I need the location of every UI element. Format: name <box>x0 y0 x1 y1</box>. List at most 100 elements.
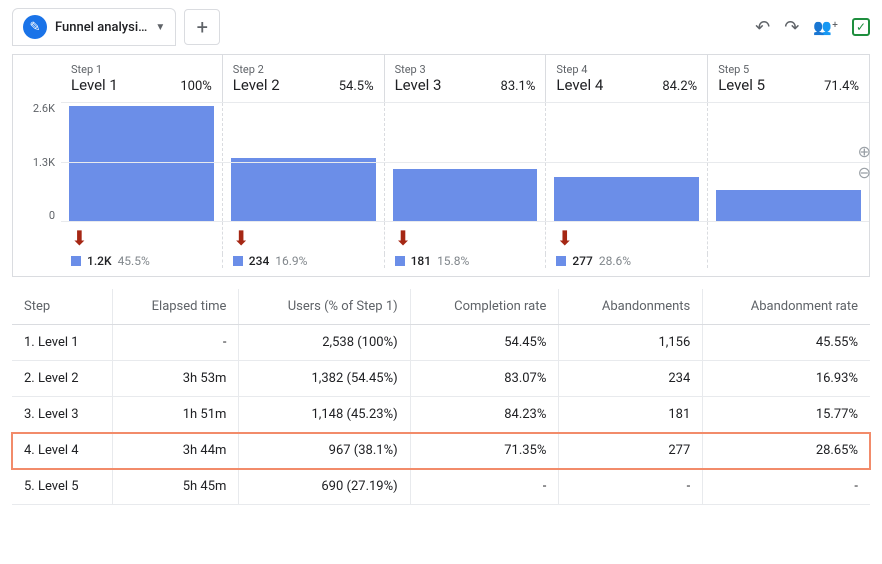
table-row[interactable]: 1. Level 1-2,538 (100%)54.45%1,15645.55% <box>12 325 870 361</box>
zoom-in-icon[interactable]: ⊕ <box>858 142 871 161</box>
new-tab-button[interactable]: + <box>184 9 220 45</box>
step-label: Step 4 <box>556 63 697 76</box>
cell: 1. Level 1 <box>12 325 112 361</box>
step-pct: 71.4% <box>824 79 859 94</box>
bar-slot <box>707 103 869 221</box>
cell: 3h 53m <box>112 361 239 397</box>
bar[interactable] <box>231 158 376 221</box>
cell: 1h 51m <box>112 397 239 433</box>
step-pct: 84.2% <box>662 79 697 94</box>
table-row[interactable]: 3. Level 31h 51m1,148 (45.23%)84.23%1811… <box>12 397 870 433</box>
cell: 1,148 (45.23%) <box>239 397 410 433</box>
legend-cell <box>707 254 869 268</box>
cell: 54.45% <box>410 325 559 361</box>
chevron-down-icon[interactable]: ▼ <box>155 22 165 33</box>
cell: 690 (27.19%) <box>239 469 410 505</box>
zoom-controls: ⊕ ⊖ <box>858 142 871 182</box>
share-icon[interactable]: 👥⁺ <box>813 18 838 36</box>
cell: - <box>703 469 870 505</box>
legend-swatch <box>71 256 81 266</box>
arrow-down-icon: ⬇ <box>395 228 412 248</box>
step-header[interactable]: Step 3 Level 3 83.1% <box>384 55 546 102</box>
bar[interactable] <box>554 177 699 221</box>
col-header[interactable]: Users (% of Step 1) <box>239 289 410 325</box>
legend-cell: 1.2K 45.5% <box>61 254 222 268</box>
step-name: Level 3 <box>395 76 442 94</box>
bar-slot <box>384 103 546 221</box>
bar[interactable] <box>393 169 538 221</box>
dropoff-pct: 45.5% <box>118 254 150 268</box>
toolbar: ✎ Funnel analysi… ▼ + ↶ ↷ 👥⁺ ✓ <box>0 0 882 54</box>
dropoff-cell: ⬇ <box>545 222 707 254</box>
cell: 84.23% <box>410 397 559 433</box>
dropoff-cell: ⬇ <box>222 222 384 254</box>
legend-swatch <box>395 256 405 266</box>
dropoff-cell <box>707 222 869 254</box>
arrow-down-icon: ⬇ <box>233 228 250 248</box>
cell: 3. Level 3 <box>12 397 112 433</box>
col-header[interactable]: Step <box>12 289 112 325</box>
cell: 277 <box>559 433 703 469</box>
cell: 16.93% <box>703 361 870 397</box>
funnel-panel: Step 1 Level 1 100%Step 2 Level 2 54.5%S… <box>12 54 870 277</box>
dropoff-count: 277 <box>572 254 592 268</box>
cell: 181 <box>559 397 703 433</box>
table-row[interactable]: 2. Level 23h 53m1,382 (54.45%)83.07%2341… <box>12 361 870 397</box>
legend-cell: 277 28.6% <box>545 254 707 268</box>
y-tick: 1.3K <box>33 156 55 169</box>
redo-icon[interactable]: ↷ <box>784 17 799 38</box>
step-label: Step 5 <box>718 63 859 76</box>
bar[interactable] <box>716 190 861 221</box>
step-label: Step 1 <box>71 63 212 76</box>
cell: - <box>112 325 239 361</box>
cell: 45.55% <box>703 325 870 361</box>
dropoff-count: 234 <box>249 254 269 268</box>
cell: 5h 45m <box>112 469 239 505</box>
bars <box>61 102 869 222</box>
bar-slot <box>545 103 707 221</box>
cell: 234 <box>559 361 703 397</box>
check-icon[interactable]: ✓ <box>852 18 870 36</box>
col-header[interactable]: Abandonment rate <box>703 289 870 325</box>
cell: 71.35% <box>410 433 559 469</box>
undo-icon[interactable]: ↶ <box>755 17 770 38</box>
cell: 2. Level 2 <box>12 361 112 397</box>
dropoff-count: 181 <box>411 254 431 268</box>
y-tick: 0 <box>49 209 55 222</box>
tab-title: Funnel analysi… <box>55 20 147 35</box>
bar[interactable] <box>69 106 214 221</box>
cell: - <box>410 469 559 505</box>
step-header[interactable]: Step 1 Level 1 100% <box>61 55 222 102</box>
dropoff-arrows: ⬇⬇⬇⬇ <box>61 222 869 254</box>
y-axis: 2.6K1.3K0 <box>13 102 61 222</box>
step-pct: 100% <box>180 79 211 94</box>
step-header[interactable]: Step 5 Level 5 71.4% <box>707 55 869 102</box>
step-header[interactable]: Step 2 Level 2 54.5% <box>222 55 384 102</box>
dropoff-cell: ⬇ <box>384 222 546 254</box>
cell: 3h 44m <box>112 433 239 469</box>
col-header[interactable]: Elapsed time <box>112 289 239 325</box>
zoom-out-icon[interactable]: ⊖ <box>858 163 871 182</box>
cell: 2,538 (100%) <box>239 325 410 361</box>
col-header[interactable]: Completion rate <box>410 289 559 325</box>
step-label: Step 2 <box>233 63 374 76</box>
step-header[interactable]: Step 4 Level 4 84.2% <box>545 55 707 102</box>
legend-cell: 181 15.8% <box>384 254 546 268</box>
dropoff-pct: 16.9% <box>275 254 307 268</box>
cell: 15.77% <box>703 397 870 433</box>
cell: 4. Level 4 <box>12 433 112 469</box>
step-name: Level 4 <box>556 76 603 94</box>
active-tab[interactable]: ✎ Funnel analysi… ▼ <box>12 8 176 46</box>
dropoff-pct: 28.6% <box>599 254 631 268</box>
dropoff-pct: 15.8% <box>437 254 469 268</box>
table-row[interactable]: 4. Level 43h 44m967 (38.1%)71.35%27728.6… <box>12 433 870 469</box>
legend-swatch <box>233 256 243 266</box>
cell: 83.07% <box>410 361 559 397</box>
cell: 967 (38.1%) <box>239 433 410 469</box>
col-header[interactable]: Abandonments <box>559 289 703 325</box>
arrow-down-icon: ⬇ <box>556 228 573 248</box>
step-name: Level 5 <box>718 76 765 94</box>
legend-swatch <box>556 256 566 266</box>
step-label: Step 3 <box>395 63 536 76</box>
table-row[interactable]: 5. Level 55h 45m690 (27.19%)--- <box>12 469 870 505</box>
